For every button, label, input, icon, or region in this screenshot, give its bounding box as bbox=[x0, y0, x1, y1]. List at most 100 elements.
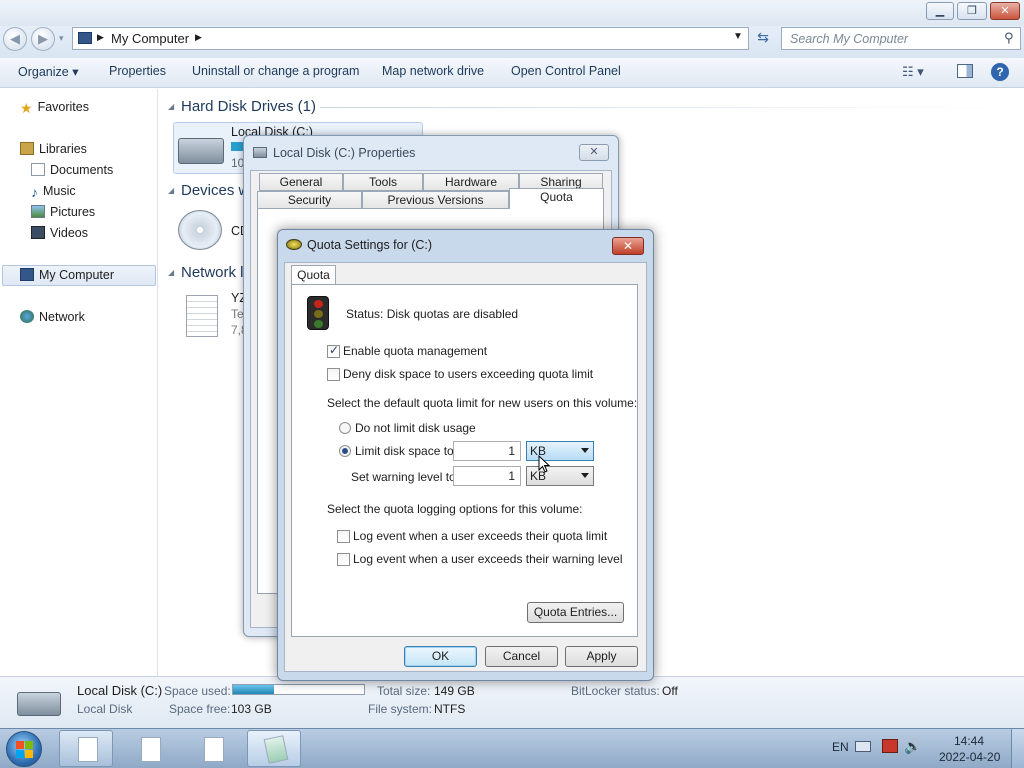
start-button[interactable] bbox=[6, 731, 42, 767]
nav-documents-label: Documents bbox=[50, 163, 114, 177]
network-icon bbox=[20, 310, 34, 323]
tab-quota-settings[interactable]: Quota bbox=[291, 265, 336, 286]
nav-documents[interactable]: Documents bbox=[31, 163, 113, 177]
default-limit-heading: Select the default quota limit for new u… bbox=[327, 396, 638, 410]
taskbar-item-document-2[interactable] bbox=[122, 730, 176, 767]
apply-button[interactable]: Apply bbox=[565, 646, 638, 667]
cancel-button[interactable]: Cancel bbox=[485, 646, 558, 667]
maximize-button[interactable]: ❐ bbox=[957, 2, 987, 20]
total-size-label: Total size: bbox=[377, 684, 431, 698]
window-titlebar[interactable] bbox=[0, 0, 1024, 26]
tab-general[interactable]: General bbox=[259, 173, 343, 191]
quota-status-text: Status: Disk quotas are disabled bbox=[346, 307, 519, 321]
text-file-icon bbox=[186, 295, 218, 337]
search-placeholder[interactable]: Search My Computer bbox=[790, 32, 908, 46]
group-collapse-icon[interactable]: ◢ bbox=[168, 102, 174, 111]
group-collapse-icon[interactable]: ◢ bbox=[168, 186, 174, 195]
nav-videos-label: Videos bbox=[50, 226, 88, 240]
taskbar-item-explorer[interactable] bbox=[247, 730, 301, 767]
show-desktop-button[interactable] bbox=[1011, 729, 1024, 768]
address-dropdown-icon[interactable]: ▼ bbox=[733, 31, 743, 42]
log-exceed-limit-checkbox[interactable] bbox=[337, 530, 350, 543]
group-collapse-icon[interactable]: ◢ bbox=[168, 268, 174, 277]
nav-favorites-label: Favorites bbox=[37, 100, 89, 114]
organize-button[interactable]: Organize ▾ bbox=[18, 64, 78, 79]
nav-my-computer-label: My Computer bbox=[39, 268, 115, 282]
tab-security[interactable]: Security bbox=[257, 191, 362, 209]
no-limit-label[interactable]: Do not limit disk usage bbox=[355, 421, 476, 435]
ok-button[interactable]: OK bbox=[404, 646, 477, 667]
file-type: Te bbox=[231, 307, 244, 321]
warning-value-input[interactable]: 1 bbox=[453, 466, 521, 486]
search-box[interactable]: Search My Computer ⚲ bbox=[781, 27, 1021, 50]
breadcrumb-separator-icon[interactable]: ▶ bbox=[97, 32, 104, 43]
quota-entries-button[interactable]: Quota Entries... bbox=[527, 602, 624, 623]
tab-tools[interactable]: Tools bbox=[343, 173, 423, 191]
limit-unit-select[interactable]: KB bbox=[526, 441, 594, 461]
tab-previous-versions[interactable]: Previous Versions bbox=[362, 191, 509, 209]
taskbar-item-document-3[interactable] bbox=[185, 730, 239, 767]
back-button[interactable]: ◀ bbox=[3, 27, 27, 51]
search-icon[interactable]: ⚲ bbox=[1004, 30, 1014, 46]
nav-videos[interactable]: Videos bbox=[31, 226, 88, 240]
no-limit-radio[interactable] bbox=[339, 422, 351, 434]
language-indicator[interactable]: EN bbox=[832, 740, 849, 754]
breadcrumb-my-computer[interactable]: My Computer bbox=[111, 31, 189, 46]
limit-value-input[interactable]: 1 bbox=[453, 441, 521, 461]
uninstall-program-button[interactable]: Uninstall or change a program bbox=[192, 64, 359, 78]
close-button[interactable]: ✕ bbox=[990, 2, 1020, 20]
help-icon[interactable]: ? bbox=[991, 63, 1009, 81]
computer-icon bbox=[78, 32, 92, 44]
deny-disk-space-checkbox[interactable] bbox=[327, 368, 340, 381]
quota-dialog-title: Quota Settings for (C:) bbox=[307, 238, 433, 252]
nav-network-label: Network bbox=[39, 310, 85, 324]
warning-unit-select[interactable]: KB bbox=[526, 466, 594, 486]
limit-disk-space-radio[interactable] bbox=[339, 445, 351, 457]
bitlocker-status-label: BitLocker status: bbox=[571, 684, 660, 698]
recent-pages-chevron-icon[interactable]: ▾ bbox=[59, 33, 64, 44]
nav-music[interactable]: ♪ Music bbox=[31, 184, 76, 200]
limit-disk-space-label[interactable]: Limit disk space to bbox=[355, 444, 454, 458]
preview-pane-icon[interactable] bbox=[957, 64, 973, 78]
log-exceed-warning-checkbox[interactable] bbox=[337, 553, 350, 566]
taskbar-item-document-1[interactable] bbox=[59, 730, 113, 767]
nav-favorites[interactable]: ★ Favorites bbox=[20, 100, 89, 116]
clock-date[interactable]: 2022-04-20 bbox=[939, 750, 1000, 764]
document-icon bbox=[78, 737, 98, 762]
properties-button[interactable]: Properties bbox=[109, 64, 166, 78]
enable-quota-label[interactable]: Enable quota management bbox=[343, 344, 487, 358]
tab-hardware[interactable]: Hardware bbox=[423, 173, 519, 191]
properties-close-button[interactable]: ✕ bbox=[579, 144, 609, 161]
navigation-pane bbox=[0, 89, 158, 676]
log-exceed-limit-label[interactable]: Log event when a user exceeds their quot… bbox=[353, 529, 607, 543]
change-view-icon[interactable]: ☷ ▾ bbox=[902, 64, 924, 80]
enable-quota-checkbox[interactable] bbox=[327, 343, 340, 358]
group-devices[interactable]: Devices w bbox=[181, 182, 249, 199]
volume-icon[interactable]: 🔊 bbox=[904, 738, 921, 755]
breadcrumb-arrow-icon[interactable]: ▶ bbox=[195, 32, 202, 43]
tab-quota[interactable]: Quota bbox=[509, 188, 604, 210]
chevron-down-icon bbox=[581, 473, 589, 478]
address-bar[interactable]: ▶ My Computer ▶ ▼ bbox=[72, 27, 749, 50]
minimize-button[interactable]: ▁ bbox=[926, 2, 954, 20]
log-exceed-warning-label[interactable]: Log event when a user exceeds their warn… bbox=[353, 552, 623, 566]
forward-button[interactable]: ▶ bbox=[31, 27, 55, 51]
group-hard-disk-drives[interactable]: Hard Disk Drives (1) bbox=[181, 98, 316, 115]
action-center-icon[interactable] bbox=[882, 739, 898, 753]
clock-time[interactable]: 14:44 bbox=[954, 734, 984, 748]
group-divider bbox=[320, 107, 1010, 108]
quota-close-button[interactable]: ✕ bbox=[612, 237, 644, 255]
space-used-bar bbox=[232, 684, 365, 695]
map-network-drive-button[interactable]: Map network drive bbox=[382, 64, 484, 78]
nav-my-computer[interactable]: My Computer bbox=[20, 268, 114, 282]
open-control-panel-button[interactable]: Open Control Panel bbox=[511, 64, 621, 78]
nav-network[interactable]: Network bbox=[20, 310, 85, 324]
keyboard-icon[interactable] bbox=[855, 741, 871, 752]
deny-disk-space-label[interactable]: Deny disk space to users exceeding quota… bbox=[343, 367, 593, 381]
bitlocker-status-value: Off bbox=[662, 684, 678, 698]
notepad-icon bbox=[263, 735, 289, 764]
nav-libraries[interactable]: Libraries bbox=[20, 142, 87, 156]
refresh-icon[interactable]: ⇆ bbox=[752, 29, 774, 49]
nav-pictures[interactable]: Pictures bbox=[31, 205, 95, 219]
group-network-location[interactable]: Network l bbox=[181, 264, 244, 281]
